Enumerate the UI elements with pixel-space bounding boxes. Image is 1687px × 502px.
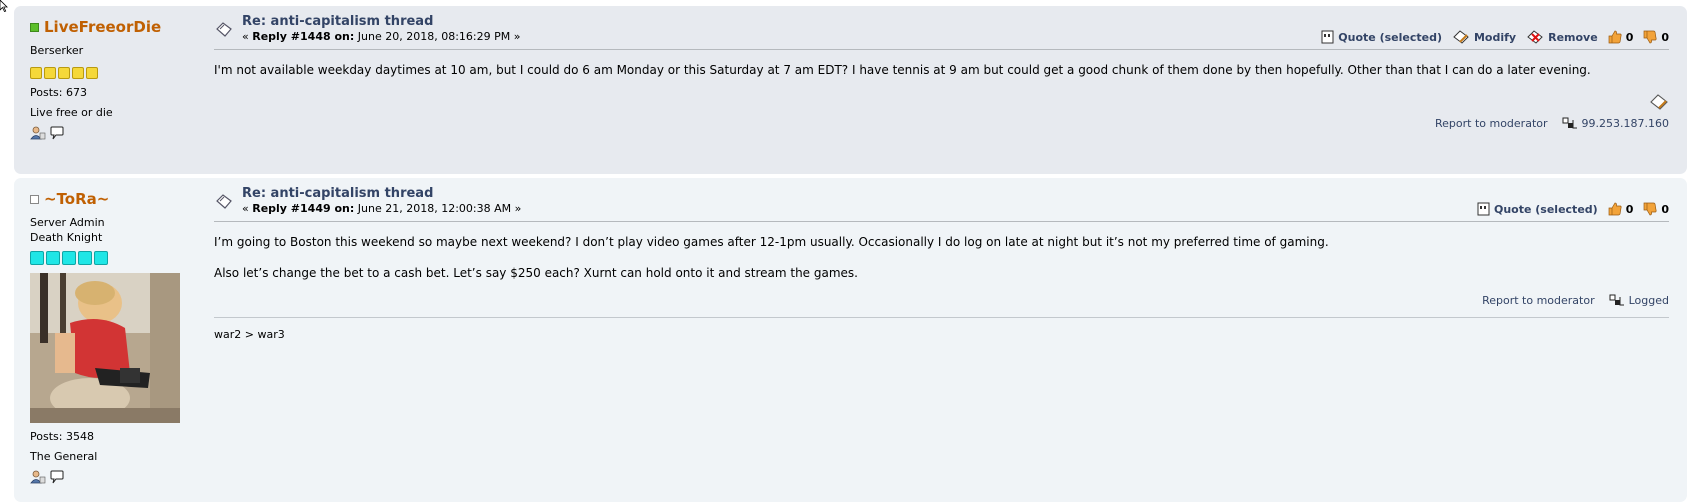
post-topic-icon	[216, 194, 232, 209]
dislike-button[interactable]: 0	[1643, 30, 1669, 44]
mouse-cursor-icon	[0, 0, 8, 12]
star-icon	[44, 67, 56, 79]
report-to-moderator-link[interactable]: Report to moderator	[1482, 294, 1595, 307]
message-bubble-icon[interactable]	[50, 126, 64, 140]
dislike-button[interactable]: 0	[1643, 202, 1669, 216]
modify-icon	[1453, 30, 1469, 44]
post-subject-link[interactable]: Re: anti-capitalism thread	[242, 186, 521, 201]
quote-button[interactable]: Quote (selected)	[1321, 30, 1442, 44]
post-group: Death Knight	[30, 231, 103, 244]
post-count: Posts: 673	[30, 86, 87, 99]
rank-stars	[30, 251, 190, 265]
logged-label: Logged	[1628, 294, 1669, 307]
dislike-count: 0	[1661, 30, 1669, 44]
offline-status-icon	[30, 194, 39, 204]
star-icon	[72, 67, 84, 79]
remove-icon	[1527, 30, 1543, 44]
thumbs-down-icon	[1643, 30, 1657, 44]
star-icon	[86, 67, 98, 79]
post-date: June 21, 2018, 12:00:38 AM	[357, 202, 512, 215]
logged-ip-icon	[1609, 294, 1624, 306]
star-icon	[62, 251, 76, 265]
post-buttons: Quote (selected) 0 0	[1477, 202, 1669, 216]
post-meta: « Reply #1448 on: June 20, 2018, 08:16:2…	[242, 30, 521, 43]
reply-number-link[interactable]: Reply #1449 on:	[252, 202, 354, 215]
member-group: Server Admin	[30, 216, 105, 229]
thumbs-up-icon	[1608, 202, 1622, 216]
post-meta: « Reply #1449 on: June 21, 2018, 12:00:3…	[242, 202, 522, 215]
custom-title: Live free or die	[30, 106, 113, 119]
like-count: 0	[1625, 30, 1634, 44]
star-icon	[94, 251, 108, 265]
like-button[interactable]: 0	[1608, 30, 1634, 44]
star-icon	[30, 67, 42, 79]
post-content: Re: anti-capitalism thread « Reply #1449…	[214, 186, 1669, 341]
like-button[interactable]: 0	[1608, 202, 1634, 216]
report-to-moderator-link[interactable]: Report to moderator	[1435, 117, 1548, 130]
profile-icon[interactable]	[30, 126, 46, 140]
member-group: Berserker	[30, 44, 84, 57]
post-buttons: Quote (selected) Modify Remove 0 0	[1321, 30, 1669, 44]
username-link[interactable]: ~ToRa~	[44, 190, 109, 208]
reply-number-link[interactable]: Reply #1448 on:	[252, 30, 354, 43]
star-icon	[30, 251, 44, 265]
message-bubble-icon[interactable]	[50, 470, 64, 484]
post-paragraph: Also let’s change the bet to a cash bet.…	[214, 266, 858, 280]
ip-address: 99.253.187.160	[1581, 117, 1669, 130]
profile-icon[interactable]	[30, 470, 46, 484]
post-date: June 20, 2018, 08:16:29 PM	[357, 30, 511, 43]
avatar[interactable]	[30, 273, 180, 423]
online-status-icon	[30, 22, 39, 32]
post-topic-icon	[216, 22, 232, 37]
username-link[interactable]: LiveFreeorDie	[44, 18, 161, 36]
quote-icon	[1321, 30, 1334, 44]
forum-post: ~ToRa~ Server Admin Death Knight Posts: …	[14, 178, 1687, 502]
ip-address-icon	[1562, 117, 1577, 129]
quick-modify-icon[interactable]	[1649, 93, 1669, 111]
post-body: I’m going to Boston this weekend so mayb…	[214, 234, 1669, 282]
poster-info: ~ToRa~ Server Admin Death Knight Posts: …	[30, 190, 190, 484]
rank-stars	[30, 67, 190, 79]
post-subject-link[interactable]: Re: anti-capitalism thread	[242, 14, 520, 29]
header-divider	[214, 221, 1669, 222]
post-paragraph: I'm not available weekday daytimes at 10…	[214, 63, 1591, 77]
quote-icon	[1477, 202, 1490, 216]
quote-button[interactable]: Quote (selected)	[1477, 202, 1598, 216]
like-count: 0	[1625, 202, 1634, 216]
custom-title: The General	[30, 450, 98, 463]
post-count: Posts: 3548	[30, 430, 94, 443]
post-content: Re: anti-capitalism thread « Reply #1448…	[214, 14, 1669, 130]
forum-post: LiveFreeorDie Berserker Posts: 673 Live …	[14, 6, 1687, 174]
signature-divider	[214, 317, 1669, 318]
thumbs-up-icon	[1608, 30, 1622, 44]
header-divider	[214, 49, 1669, 50]
star-icon	[78, 251, 92, 265]
poster-info: LiveFreeorDie Berserker Posts: 673 Live …	[30, 18, 190, 140]
star-icon	[58, 67, 70, 79]
remove-button[interactable]: Remove	[1526, 30, 1598, 44]
signature: war2 > war3	[214, 328, 285, 341]
star-icon	[46, 251, 60, 265]
modify-button[interactable]: Modify	[1452, 30, 1516, 44]
post-body: I'm not available weekday daytimes at 10…	[214, 62, 1669, 79]
thumbs-down-icon	[1643, 202, 1657, 216]
dislike-count: 0	[1661, 202, 1669, 216]
post-paragraph: I’m going to Boston this weekend so mayb…	[214, 235, 1329, 249]
